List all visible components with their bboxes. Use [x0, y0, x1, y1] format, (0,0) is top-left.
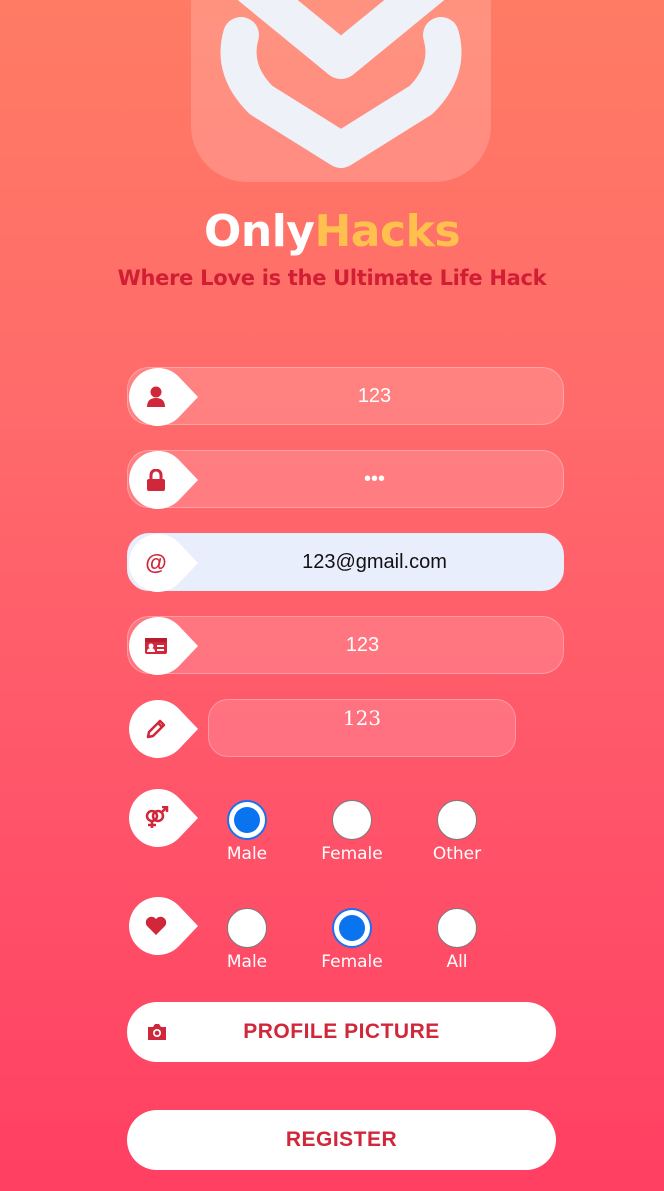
bio-badge [127, 699, 199, 759]
camera-icon [145, 1020, 169, 1044]
profile-picture-button[interactable]: PROFILE PICTURE [127, 1002, 556, 1062]
radio-button[interactable] [437, 908, 477, 948]
email-value[interactable]: 123@gmail.com [186, 534, 563, 590]
bio-textarea[interactable]: 123 [208, 699, 516, 757]
tagline: Where Love is the Ultimate Life Hack [117, 266, 547, 290]
gender-option-other[interactable]: Other [407, 800, 507, 864]
radio-label: Male [226, 952, 268, 972]
radio-button[interactable] [227, 800, 267, 840]
radio-button[interactable] [332, 908, 372, 948]
password-badge [127, 450, 199, 510]
radio-button[interactable] [332, 800, 372, 840]
id-card-icon [143, 634, 169, 658]
interest-badge [127, 896, 199, 956]
interest-option-male[interactable]: Male [197, 908, 297, 972]
radio-button[interactable] [437, 800, 477, 840]
id-badge [127, 616, 199, 676]
radio-label: Other [432, 844, 482, 864]
lock-icon [143, 468, 169, 492]
gender-badge [127, 788, 199, 848]
id-value[interactable]: 123 [186, 617, 563, 673]
username-badge [127, 367, 199, 427]
radio-button[interactable] [227, 908, 267, 948]
profile-picture-label: PROFILE PICTURE [243, 1020, 440, 1043]
password-value[interactable]: ••• [186, 451, 563, 507]
at-icon: @ [145, 550, 167, 575]
heart-icon [143, 914, 169, 938]
gender-option-male[interactable]: Male [197, 800, 297, 864]
chevron-logo-icon [220, 0, 462, 168]
radio-label: Male [226, 844, 268, 864]
app-title: OnlyHacks [0, 206, 664, 257]
interest-option-female[interactable]: Female [302, 908, 402, 972]
register-label: REGISTER [285, 1128, 398, 1151]
gender-option-female[interactable]: Female [302, 800, 402, 864]
radio-label: Female [321, 844, 383, 864]
interest-option-all[interactable]: All [407, 908, 507, 972]
gender-icon [143, 806, 169, 830]
register-button[interactable]: REGISTER [127, 1110, 556, 1170]
pencil-icon [143, 717, 169, 741]
radio-label: Female [321, 952, 383, 972]
email-badge: @ [127, 533, 199, 593]
app-logo [191, 0, 491, 182]
app-title-part1: Only [203, 206, 315, 257]
radio-label: All [446, 952, 468, 972]
user-icon [143, 385, 169, 409]
username-value[interactable]: 123 [186, 368, 563, 424]
app-title-part2: Hacks [314, 206, 461, 257]
